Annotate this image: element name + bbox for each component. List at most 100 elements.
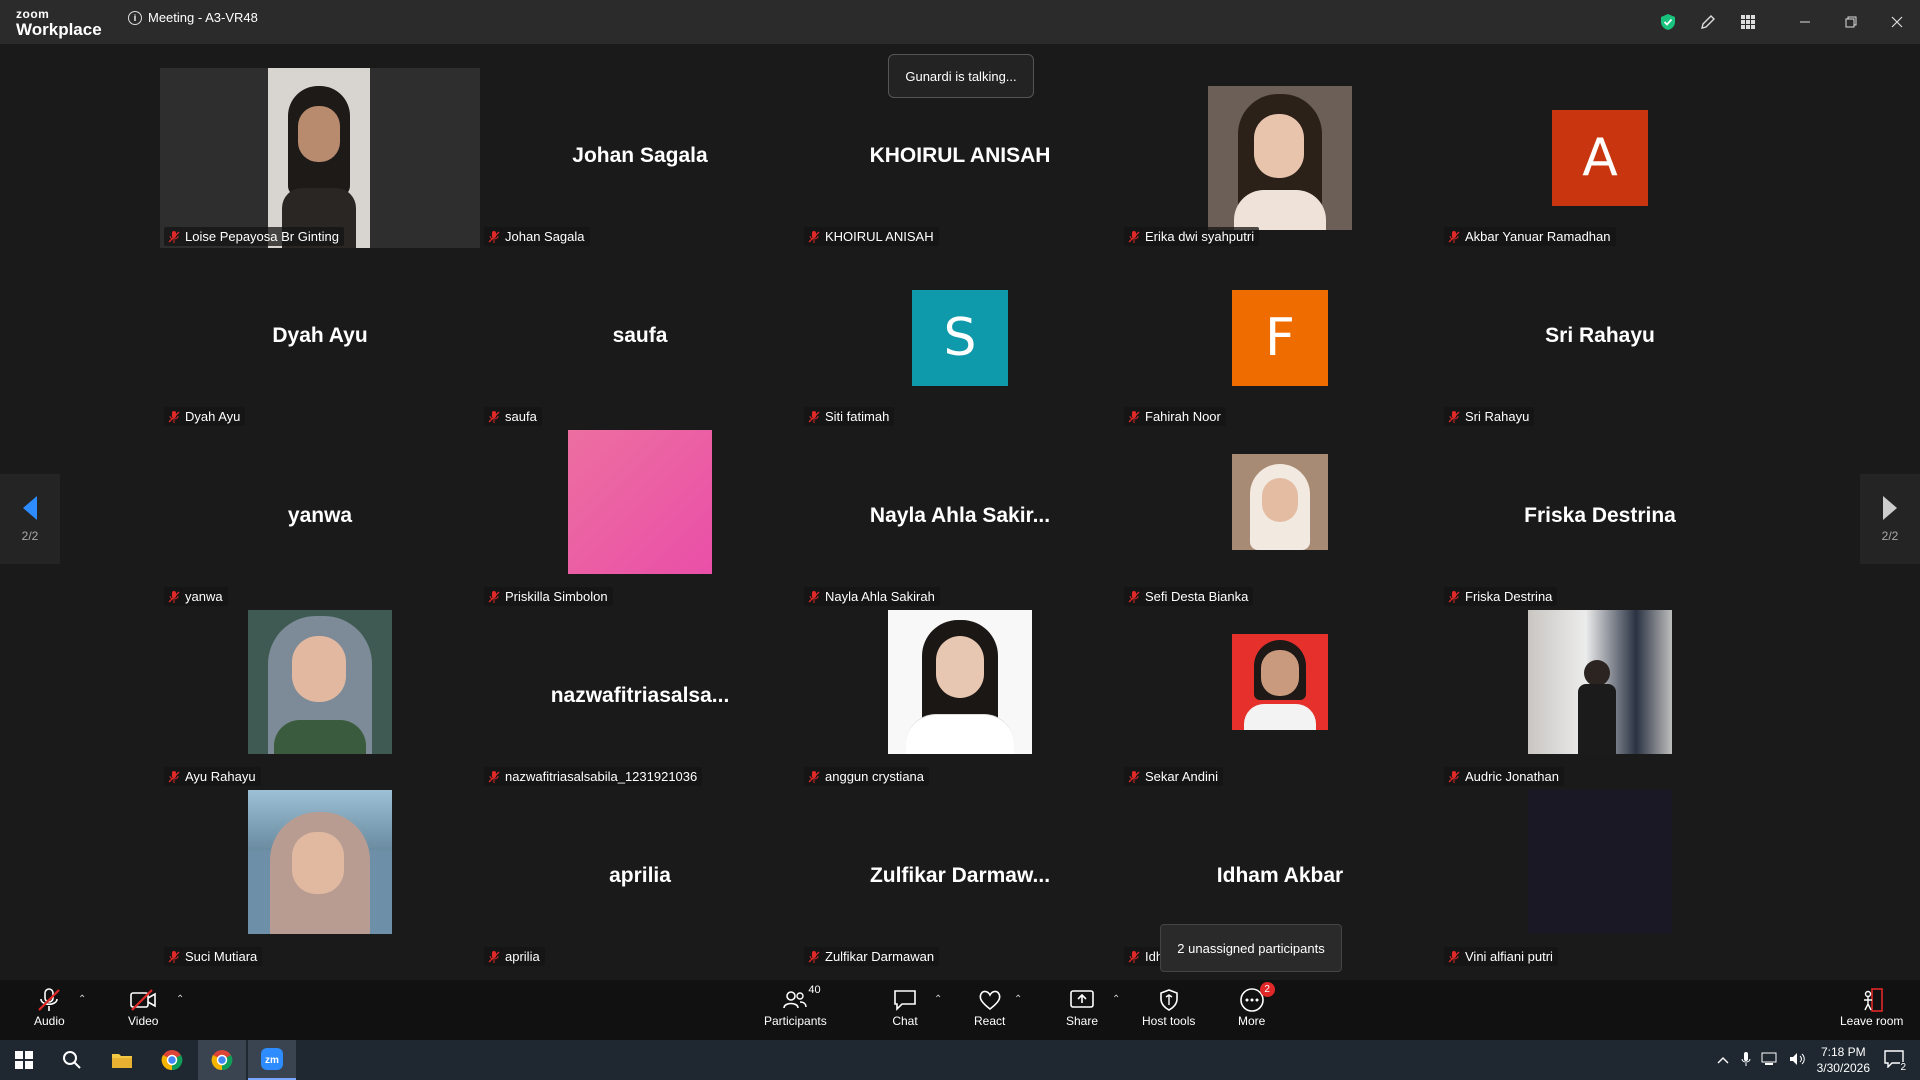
close-button[interactable] bbox=[1874, 0, 1920, 44]
participant-label: Priskilla Simbolon bbox=[484, 587, 613, 606]
mic-muted-icon bbox=[167, 950, 181, 964]
taskbar-chrome[interactable] bbox=[148, 1040, 196, 1080]
participant-tile[interactable]: Sri Rahayu Sri Rahayu bbox=[1440, 248, 1760, 428]
meeting-info[interactable]: i Meeting - A3-VR48 bbox=[128, 10, 258, 25]
mic-muted-icon bbox=[1447, 230, 1461, 244]
restore-button[interactable] bbox=[1828, 0, 1874, 44]
participant-tile[interactable]: A Akbar Yanuar Ramadhan bbox=[1440, 68, 1760, 248]
participant-name-display: Dyah Ayu bbox=[272, 324, 368, 347]
chat-options-caret[interactable]: ⌃ bbox=[934, 994, 942, 1005]
video-gallery: Gunardi is talking... 2/2 2/2 Loise Pepa… bbox=[0, 44, 1920, 980]
participant-tile[interactable]: Dyah Ayu Dyah Ayu bbox=[160, 248, 480, 428]
zoom-app-icon: zm bbox=[261, 1048, 283, 1070]
profile-photo bbox=[568, 430, 712, 574]
leave-room-button[interactable]: Leave room bbox=[1840, 986, 1903, 1028]
profile-photo bbox=[1232, 454, 1328, 550]
video-button[interactable]: Video bbox=[128, 986, 158, 1028]
profile-photo bbox=[1208, 86, 1352, 230]
show-hidden-icons-chevron-icon[interactable] bbox=[1717, 1053, 1729, 1067]
participant-label: Vini alfiani putri bbox=[1444, 947, 1558, 966]
taskbar-chrome-profile[interactable] bbox=[198, 1040, 246, 1080]
video-options-caret[interactable]: ⌃ bbox=[176, 994, 184, 1005]
chevron-left-icon bbox=[23, 496, 37, 520]
participant-tile[interactable]: Johan Sagala Johan Sagala bbox=[480, 68, 800, 248]
participant-tile[interactable]: Erika dwi syahputri bbox=[1120, 68, 1440, 248]
gallery-view-icon[interactable] bbox=[1728, 0, 1768, 44]
participant-tile[interactable]: anggun crystiana bbox=[800, 608, 1120, 788]
logo-zoom-text: zoom bbox=[16, 7, 50, 21]
search-button[interactable] bbox=[48, 1040, 96, 1080]
participant-tile[interactable]: Friska Destrina Friska Destrina bbox=[1440, 428, 1760, 608]
mic-muted-icon bbox=[1447, 590, 1461, 604]
taskbar-zoom[interactable]: zm bbox=[248, 1040, 296, 1080]
participant-tile[interactable]: Zulfikar Darmaw... Zulfikar Darmawan bbox=[800, 788, 1120, 968]
notification-count: 2 bbox=[1900, 1061, 1906, 1073]
audio-button[interactable]: Audio bbox=[34, 986, 65, 1028]
folder-icon bbox=[112, 1054, 132, 1068]
volume-icon[interactable] bbox=[1789, 1052, 1807, 1069]
chrome-icon bbox=[161, 1050, 183, 1071]
windows-taskbar: zm 7:18 PM 3/30/2026 2 bbox=[0, 1040, 1920, 1080]
microphone-icon[interactable] bbox=[1741, 1051, 1751, 1070]
host-tools-button[interactable]: Host tools bbox=[1142, 986, 1195, 1028]
mic-muted-icon bbox=[167, 410, 181, 424]
participant-tile[interactable]: Sefi Desta Bianka bbox=[1120, 428, 1440, 608]
participant-tile[interactable]: Priskilla Simbolon bbox=[480, 428, 800, 608]
security-shield-icon[interactable] bbox=[1648, 0, 1688, 44]
mic-muted-icon bbox=[487, 770, 501, 784]
share-button[interactable]: Share bbox=[1066, 986, 1098, 1028]
participant-label: Akbar Yanuar Ramadhan bbox=[1444, 227, 1616, 246]
participant-name-display: saufa bbox=[612, 324, 668, 347]
participant-tile[interactable]: F Fahirah Noor bbox=[1120, 248, 1440, 428]
participant-label: Johan Sagala bbox=[484, 227, 590, 246]
more-button[interactable]: 2 More bbox=[1238, 982, 1275, 1028]
chrome-icon bbox=[211, 1050, 233, 1071]
participant-tile[interactable]: nazwafitriasalsa... nazwafitriasalsabila… bbox=[480, 608, 800, 788]
participants-button[interactable]: 40 Participants bbox=[764, 984, 827, 1028]
participant-tile[interactable]: Audric Jonathan bbox=[1440, 608, 1760, 788]
mic-muted-icon bbox=[1127, 230, 1141, 244]
info-icon[interactable]: i bbox=[128, 10, 142, 25]
clock[interactable]: 7:18 PM 3/30/2026 bbox=[1817, 1044, 1870, 1076]
chat-button[interactable]: Chat bbox=[892, 986, 918, 1028]
participant-tile[interactable]: aprilia aprilia bbox=[480, 788, 800, 968]
network-icon[interactable] bbox=[1761, 1052, 1779, 1069]
start-button[interactable] bbox=[0, 1040, 48, 1080]
minimize-button[interactable] bbox=[1782, 0, 1828, 44]
mic-muted-icon bbox=[487, 950, 501, 964]
participant-tile[interactable]: Suci Mutiara bbox=[160, 788, 480, 968]
react-button[interactable]: React bbox=[974, 986, 1005, 1028]
mic-muted-icon bbox=[1127, 410, 1141, 424]
profile-photo bbox=[248, 610, 392, 754]
mic-muted-icon bbox=[807, 230, 821, 244]
participant-tile[interactable]: yanwa yanwa bbox=[160, 428, 480, 608]
participant-tile[interactable]: saufa saufa bbox=[480, 248, 800, 428]
annotate-pen-icon[interactable] bbox=[1688, 0, 1728, 44]
meeting-toolbar: Audio ⌃ Video ⌃ 40 Participants Chat ⌃ R… bbox=[0, 980, 1920, 1040]
participant-tile[interactable]: Loise Pepayosa Br Ginting bbox=[160, 68, 480, 248]
share-options-caret[interactable]: ⌃ bbox=[1112, 994, 1120, 1005]
participant-tile[interactable]: Ayu Rahayu bbox=[160, 608, 480, 788]
participant-label: anggun crystiana bbox=[804, 767, 930, 786]
clock-date: 3/30/2026 bbox=[1816, 1061, 1870, 1075]
notifications-icon[interactable]: 2 bbox=[1884, 1049, 1906, 1073]
participant-tile[interactable]: Vini alfiani putri bbox=[1440, 788, 1760, 968]
participant-label: Zulfikar Darmawan bbox=[804, 947, 940, 966]
participant-tile[interactable]: Nayla Ahla Sakir... Nayla Ahla Sakirah bbox=[800, 428, 1120, 608]
notification-badge: 2 bbox=[1259, 982, 1275, 997]
participant-tile[interactable]: Sekar Andini bbox=[1120, 608, 1440, 788]
prev-page-button[interactable]: 2/2 bbox=[0, 474, 60, 564]
next-page-button[interactable]: 2/2 bbox=[1860, 474, 1920, 564]
participant-label: KHOIRUL ANISAH bbox=[804, 227, 939, 246]
participant-label: aprilia bbox=[484, 947, 545, 966]
taskbar-file-explorer[interactable] bbox=[98, 1040, 146, 1080]
logo-workplace-text: Workplace bbox=[16, 20, 102, 39]
participant-label: Friska Destrina bbox=[1444, 587, 1558, 606]
mic-muted-icon bbox=[1447, 950, 1461, 964]
mic-muted-icon bbox=[167, 770, 181, 784]
mic-muted-icon bbox=[487, 230, 501, 244]
participant-tile[interactable]: S Siti fatimah bbox=[800, 248, 1120, 428]
react-options-caret[interactable]: ⌃ bbox=[1014, 994, 1022, 1005]
audio-options-caret[interactable]: ⌃ bbox=[78, 994, 86, 1005]
participant-tile[interactable]: KHOIRUL ANISAH KHOIRUL ANISAH bbox=[800, 68, 1120, 248]
